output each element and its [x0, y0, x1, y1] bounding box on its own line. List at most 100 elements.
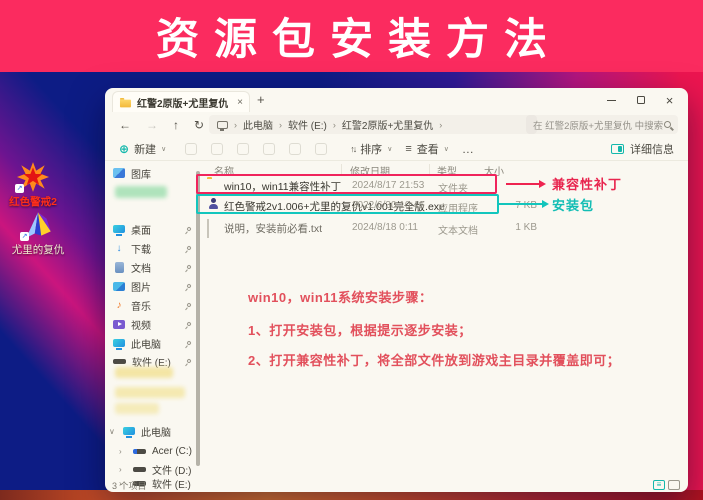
- close-button[interactable]: [655, 88, 684, 112]
- chevron-right-icon: [439, 120, 442, 130]
- file-date: 2022/6/30 10:46: [352, 200, 425, 211]
- chevron-right-icon[interactable]: [119, 447, 127, 456]
- step-2: 2、打开兼容性补丁，将全部文件放到游戏主目录并覆盖即可；: [248, 353, 621, 368]
- chevron-right-icon: [333, 120, 336, 130]
- sidebar-item-documents[interactable]: 文档: [113, 259, 197, 275]
- file-row-installer-exe[interactable]: 红色警戒2v1.006+尤里的复仇v1.001完全版.exe 2022/6/30…: [200, 196, 688, 215]
- pin-icon: [186, 264, 192, 270]
- breadcrumb[interactable]: 此电脑 软件 (E:) 红警2原版+尤里复仇: [209, 115, 537, 134]
- desktop-background: 红色警戒2 尤里的复仇 红警2原版+尤里复仇: [0, 72, 703, 500]
- view-icon: [405, 143, 411, 155]
- more-options-icon[interactable]: [462, 142, 474, 156]
- screenshot-root: 资源包安装方法 红色警戒2: [0, 0, 703, 500]
- this-pc-icon: [113, 339, 125, 350]
- window-controls: [597, 88, 684, 112]
- rename-icon: [263, 142, 276, 155]
- videos-icon: [113, 319, 125, 329]
- file-row-readme-txt[interactable]: 说明，安装前必看.txt 2024/8/18 0:11 文本文档 1 KB: [200, 218, 688, 238]
- up-icon[interactable]: [173, 118, 179, 132]
- desktop-shortcut-yuris-revenge[interactable]: 尤里的复仇: [7, 210, 69, 257]
- new-button-label: 新建: [134, 143, 157, 156]
- chevron-down-icon: [444, 145, 449, 153]
- chevron-right-icon[interactable]: [119, 465, 127, 474]
- refresh-icon[interactable]: [194, 118, 204, 132]
- list-view-icon[interactable]: [653, 480, 665, 490]
- tab-title: 红警2原版+尤里复仇: [137, 98, 229, 110]
- cut-icon: [185, 142, 198, 155]
- shortcut-arrow-icon: [15, 184, 24, 193]
- gallery-icon: [113, 168, 125, 178]
- banner-title: 资源包安装方法: [156, 16, 562, 64]
- file-name: win10，win11兼容性补丁: [224, 181, 342, 193]
- pin-icon: [186, 302, 192, 308]
- details-pane-label: 详细信息: [630, 143, 674, 156]
- sidebar-item-videos[interactable]: 视频: [113, 316, 197, 332]
- file-date: 2024/8/18 0:11: [352, 222, 418, 233]
- sort-icon: [350, 144, 355, 154]
- file-date: 2024/8/17 21:53: [352, 180, 425, 191]
- desktop-shortcut-red-alert-2[interactable]: 红色警戒2: [2, 162, 64, 209]
- sidebar-item-label: 文档: [131, 263, 151, 275]
- yuris-revenge-icon: [20, 210, 54, 241]
- view-button[interactable]: 查看: [405, 141, 449, 157]
- new-tab-button[interactable]: [257, 92, 265, 107]
- pin-icon: [186, 340, 192, 346]
- this-pc-icon: [217, 120, 228, 131]
- sidebar-tree-drive-c[interactable]: Acer (C:): [119, 443, 203, 459]
- sidebar-item-desktop[interactable]: 桌面: [113, 221, 197, 237]
- sidebar-item-label: 图库: [131, 169, 151, 181]
- breadcrumb-this-pc[interactable]: 此电脑: [243, 117, 273, 132]
- desktop-shortcut-label: 红色警戒2: [9, 196, 57, 208]
- explorer-window: 红警2原版+尤里复仇 × + × ← → ↑ ↻ › 此电脑 › 软件 (E:)…: [105, 88, 688, 492]
- pin-icon: [186, 321, 192, 327]
- sidebar-item-downloads[interactable]: 下载: [113, 240, 197, 256]
- drive-icon: [133, 448, 146, 454]
- explorer-tab[interactable]: 红警2原版+尤里复仇: [112, 91, 250, 112]
- disabled-file-actions: [185, 142, 328, 155]
- step-1: 1、打开安装包，根据提示逐步安装；: [248, 323, 472, 338]
- paste-icon: [237, 142, 250, 155]
- minimize-button[interactable]: [597, 88, 626, 112]
- sidebar-item-label: 桌面: [131, 225, 151, 237]
- annotation-installer-label: 安装包: [552, 198, 595, 213]
- back-icon[interactable]: [119, 118, 131, 132]
- banner: 资源包安装方法: [0, 0, 703, 72]
- chevron-right-icon: [279, 120, 282, 130]
- document-icon: [114, 261, 124, 273]
- sidebar-item-this-pc-pinned[interactable]: 此电脑: [113, 335, 197, 351]
- sidebar-item-gallery[interactable]: 图库: [113, 165, 197, 181]
- desktop-icon: [113, 225, 125, 236]
- tab-close-icon[interactable]: [237, 97, 243, 108]
- maximize-button[interactable]: [626, 88, 655, 112]
- sidebar-tree-this-pc[interactable]: 此电脑: [109, 423, 193, 439]
- desktop-shortcut-label: 尤里的复仇: [11, 244, 65, 256]
- view-toggles: [653, 480, 680, 490]
- breadcrumb-current-folder[interactable]: 红警2原版+尤里复仇: [342, 117, 433, 132]
- thumbnail-view-icon[interactable]: [668, 480, 680, 490]
- sidebar-item-label: 此电脑: [141, 427, 171, 439]
- drive-icon: [113, 358, 126, 364]
- search-box[interactable]: 在 红警2原版+尤里复仇 中搜索: [526, 115, 678, 134]
- sidebar-item-pictures[interactable]: 图片: [113, 278, 197, 294]
- steps-heading: win10，win11系统安装步骤：: [248, 290, 433, 305]
- new-button[interactable]: 新建: [119, 141, 166, 157]
- chevron-down-icon[interactable]: [109, 427, 117, 436]
- pin-icon: [186, 358, 192, 364]
- annotation-patch-label: 兼容性补丁: [552, 177, 623, 192]
- blurred-sidebar-item: [115, 367, 173, 378]
- details-pane-button[interactable]: 详细信息: [611, 141, 674, 157]
- music-icon: [113, 300, 125, 311]
- pictures-icon: [113, 281, 125, 291]
- sort-button[interactable]: 排序: [350, 141, 392, 157]
- folder-icon: [119, 97, 132, 107]
- sidebar-item-music[interactable]: 音乐: [113, 297, 197, 313]
- breadcrumb-drive-e[interactable]: 软件 (E:): [288, 117, 327, 132]
- chevron-right-icon: [234, 120, 237, 130]
- text-file-icon: [207, 219, 209, 238]
- sidebar-item-label: 此电脑: [131, 339, 161, 351]
- file-type: 文件夹: [438, 184, 468, 195]
- details-pane-icon: [611, 143, 624, 154]
- share-icon: [289, 142, 302, 155]
- delete-icon: [315, 142, 328, 155]
- this-pc-icon: [123, 427, 135, 438]
